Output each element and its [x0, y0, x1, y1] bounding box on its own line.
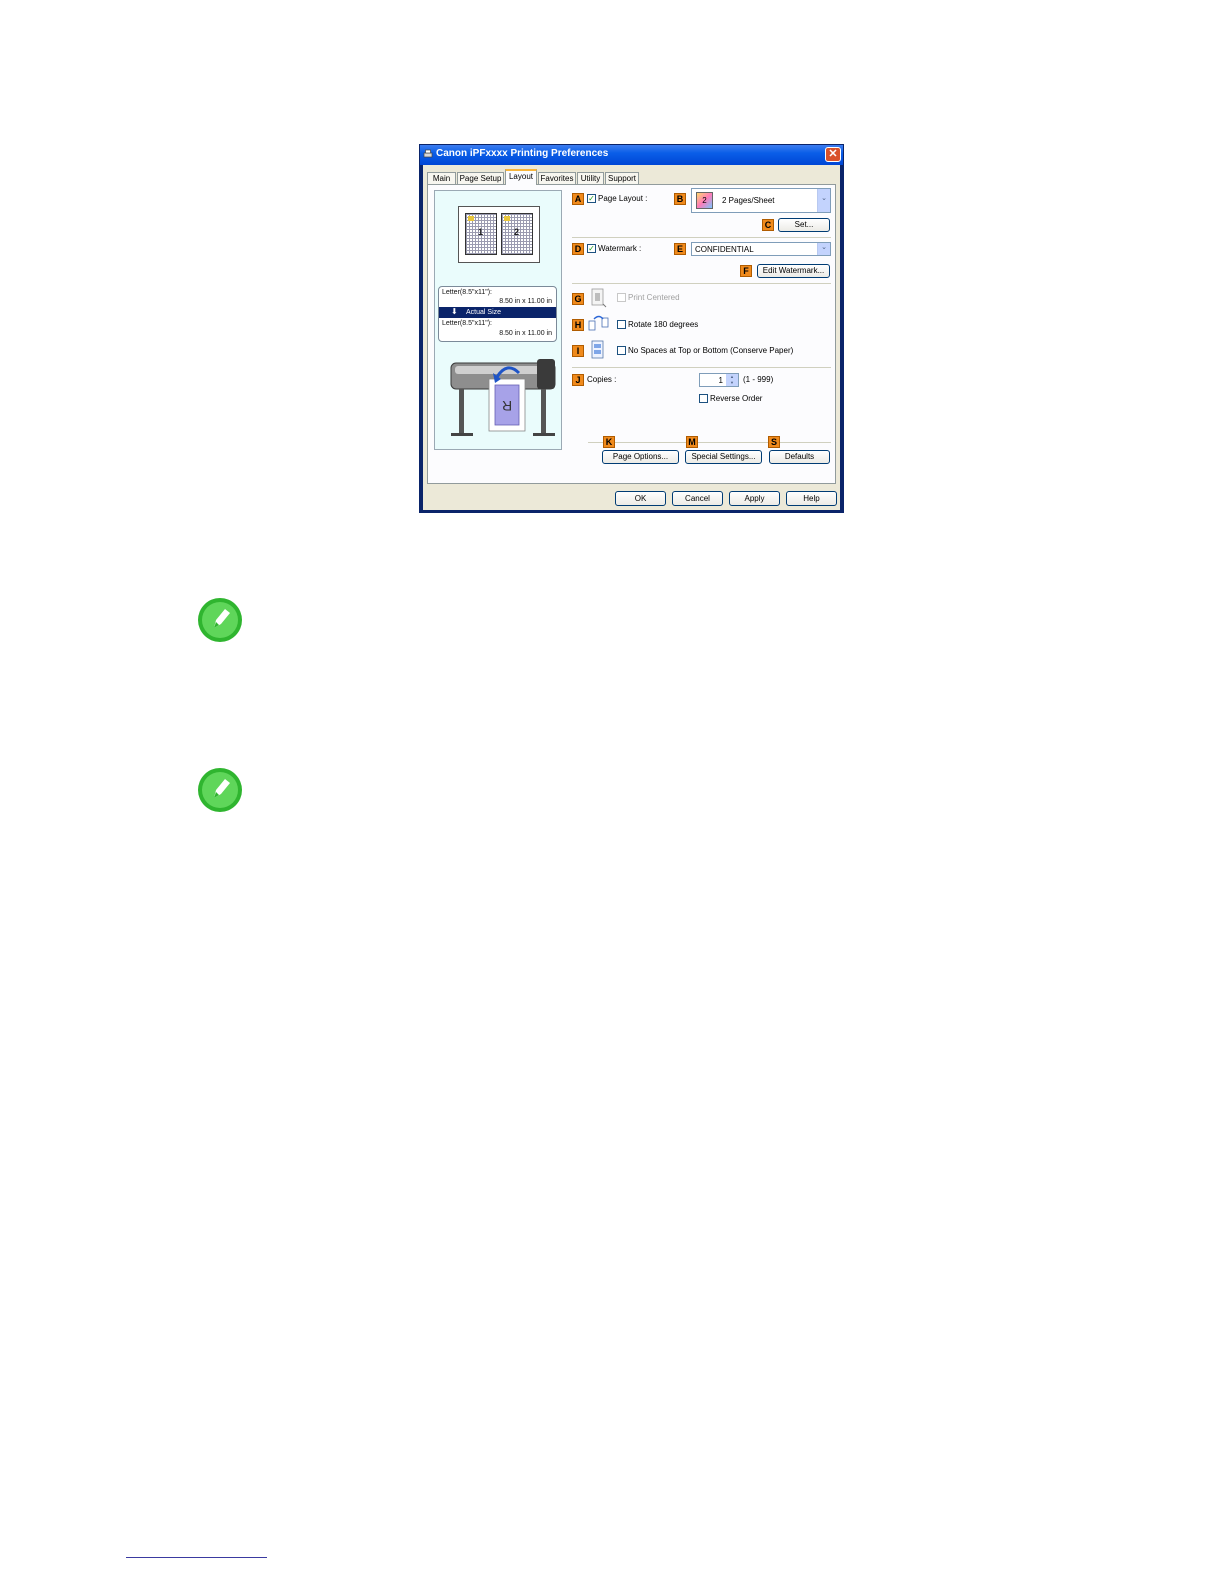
preview-panel: 1 2 Letter(8.5"x11"): 8.50 in x 11.00 in…	[434, 190, 562, 450]
page-number-1: 1	[478, 227, 484, 237]
watermark-dropdown[interactable]: CONFIDENTIAL ⌄	[691, 242, 831, 256]
pages-per-sheet-dropdown[interactable]: 2 2 Pages/Sheet ⌄	[691, 188, 831, 213]
page-options-button[interactable]: Page Options...	[602, 450, 679, 464]
tab-page-setup[interactable]: Page Setup	[457, 172, 504, 184]
separator	[572, 283, 831, 284]
tab-label: Layout	[508, 172, 534, 181]
sheet-preview: 1 2	[458, 206, 540, 263]
paper-size-info: Letter(8.5"x11"): 8.50 in x 11.00 in ⬇ A…	[438, 286, 557, 342]
pages-icon-number: 2	[702, 196, 707, 205]
page-number-2: 2	[514, 227, 520, 237]
pages-per-sheet-value: 2 Pages/Sheet	[722, 196, 775, 205]
defaults-button[interactable]: Defaults	[769, 450, 830, 464]
tag-i: I	[572, 345, 584, 357]
copies-stepper[interactable]: 1 ▲ ▼	[699, 373, 739, 387]
dialog-client-area: Main Page Setup Layout Favorites Utility…	[423, 165, 840, 510]
copies-label: Copies :	[587, 375, 617, 384]
no-spaces-label: No Spaces at Top or Bottom (Conserve Pap…	[628, 346, 794, 355]
window-title: Canon iPFxxxx Printing Preferences	[436, 148, 609, 159]
page-layout-checkbox[interactable]: ✓	[587, 194, 596, 203]
page-thumbnail-1: 1	[465, 213, 497, 255]
tag-e: E	[674, 243, 686, 255]
check-icon: ✓	[588, 194, 595, 203]
close-button[interactable]: ✕	[825, 147, 841, 162]
separator	[572, 237, 831, 238]
printer-illustration: R	[450, 359, 556, 436]
printing-preferences-window: Canon iPFxxxx Printing Preferences ✕ Mai…	[419, 144, 844, 513]
page-layout-label: Page Layout :	[598, 194, 648, 203]
copies-range: (1 - 999)	[743, 375, 774, 384]
tab-support[interactable]: Support	[605, 172, 639, 184]
tag-a: A	[572, 193, 584, 205]
pages-per-sheet-icon: 2	[696, 192, 713, 209]
source-dimensions: 8.50 in x 11.00 in	[499, 298, 552, 305]
tag-j: J	[572, 374, 584, 386]
output-dimensions: 8.50 in x 11.00 in	[499, 330, 552, 337]
image-icon	[468, 216, 474, 221]
title-bar[interactable]: Canon iPFxxxx Printing Preferences ✕	[420, 145, 843, 165]
tag-h: H	[572, 319, 584, 331]
tab-utility[interactable]: Utility	[577, 172, 604, 184]
image-icon	[504, 216, 510, 221]
ok-button[interactable]: OK	[615, 491, 666, 506]
pencil-note-icon	[198, 768, 242, 812]
chevron-down-icon[interactable]: ⌄	[817, 189, 830, 212]
scale-band: ⬇ Actual Size	[439, 307, 556, 318]
printed-letter: R	[502, 398, 512, 414]
printer-icon	[423, 149, 433, 158]
apply-button[interactable]: Apply	[729, 491, 780, 506]
print-centered-label: Print Centered	[628, 293, 680, 302]
edit-watermark-button[interactable]: Edit Watermark...	[757, 264, 830, 278]
tab-layout[interactable]: Layout	[505, 169, 537, 185]
watermark-checkbox[interactable]: ✓	[587, 244, 596, 253]
separator	[572, 367, 831, 368]
chevron-down-icon[interactable]: ⌄	[817, 243, 830, 255]
tab-label: Page Setup	[459, 174, 502, 183]
arrow-down-icon: ⬇	[451, 307, 458, 316]
tag-f: F	[740, 265, 752, 277]
close-icon: ✕	[828, 148, 838, 160]
tag-s: S	[768, 436, 780, 448]
watermark-value: CONFIDENTIAL	[695, 245, 754, 254]
page-thumbnail-2: 2	[501, 213, 533, 255]
separator	[588, 442, 831, 443]
print-centered-checkbox[interactable]	[617, 293, 626, 302]
tab-label: Main	[432, 174, 451, 183]
scale-label: Actual Size	[466, 309, 502, 316]
cancel-button[interactable]: Cancel	[672, 491, 723, 506]
watermark-label: Watermark :	[598, 244, 642, 253]
reverse-order-label: Reverse Order	[710, 394, 763, 403]
tag-b: B	[674, 193, 686, 205]
output-size-label: Letter(8.5"x11"):	[442, 320, 492, 327]
layout-tab-panel: 1 2 Letter(8.5"x11"): 8.50 in x 11.00 in…	[427, 184, 836, 484]
set-button[interactable]: Set...	[778, 218, 830, 232]
tab-label: Utility	[580, 174, 601, 183]
tab-main[interactable]: Main	[427, 172, 456, 184]
tab-label: Favorites	[540, 174, 574, 183]
help-button[interactable]: Help	[786, 491, 837, 506]
pencil-note-icon	[198, 598, 242, 642]
tag-k: K	[603, 436, 615, 448]
reverse-order-checkbox[interactable]	[699, 394, 708, 403]
rotate-180-label: Rotate 180 degrees	[628, 320, 699, 329]
copies-value: 1	[718, 376, 723, 385]
spin-down-icon[interactable]: ▼	[726, 380, 738, 386]
conserve-paper-icon	[591, 340, 604, 359]
check-icon: ✓	[588, 244, 595, 253]
tab-favorites[interactable]: Favorites	[538, 172, 576, 184]
rotate-icon	[588, 315, 609, 331]
footer-rule	[126, 1557, 267, 1558]
special-settings-button[interactable]: Special Settings...	[685, 450, 762, 464]
no-spaces-checkbox[interactable]	[617, 346, 626, 355]
rotate-180-checkbox[interactable]	[617, 320, 626, 329]
tag-d: D	[572, 243, 584, 255]
tag-m: M	[686, 436, 698, 448]
tag-c: C	[762, 219, 774, 231]
tag-g: G	[572, 293, 584, 305]
print-centered-icon	[591, 288, 607, 308]
tab-label: Support	[607, 174, 637, 183]
source-size-label: Letter(8.5"x11"):	[442, 289, 492, 296]
